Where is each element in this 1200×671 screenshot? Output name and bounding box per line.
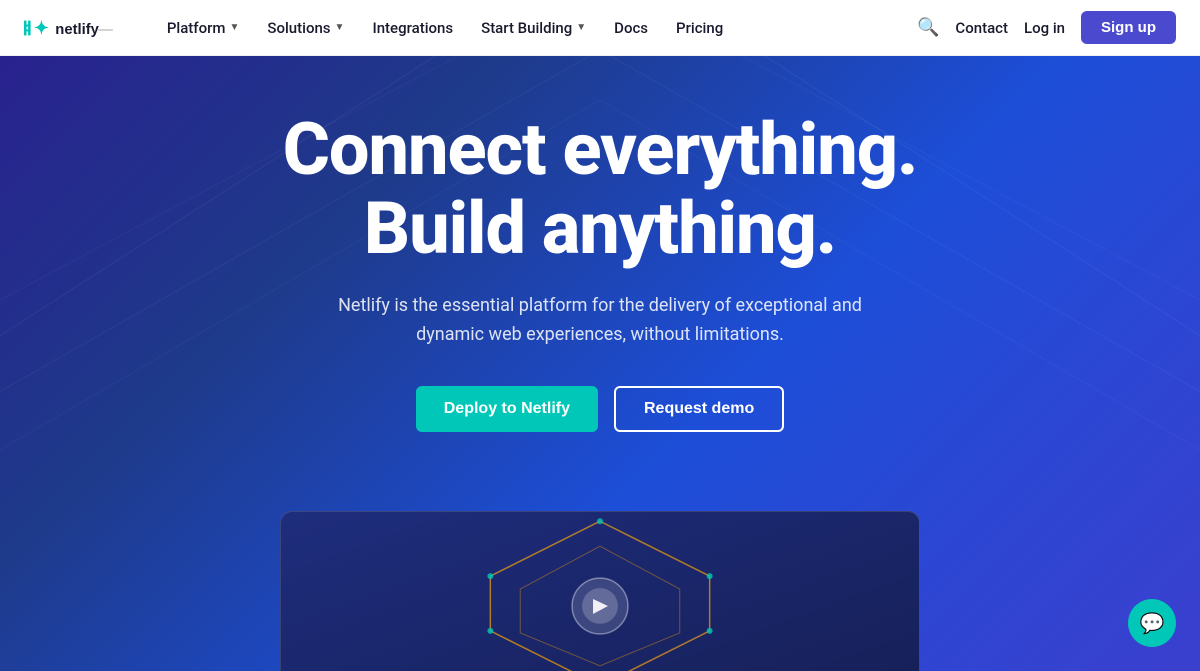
dashboard-preview xyxy=(280,511,920,671)
nav-contact[interactable]: Contact xyxy=(955,19,1008,37)
signup-button[interactable]: Sign up xyxy=(1081,11,1176,44)
start-building-chevron-icon: ▼ xyxy=(576,22,586,33)
hex-visualization xyxy=(281,512,919,671)
deploy-button[interactable]: Deploy to Netlify xyxy=(416,386,598,432)
logo-icon: ✦ xyxy=(24,17,49,38)
nav-platform[interactable]: Platform ▼ xyxy=(155,13,252,43)
hero-buttons: Deploy to Netlify Request demo xyxy=(416,386,784,432)
nav-docs[interactable]: Docs xyxy=(602,13,660,43)
nav-solutions[interactable]: Solutions ▼ xyxy=(255,13,356,43)
svg-text:—: — xyxy=(98,21,113,37)
svg-text:✦: ✦ xyxy=(34,17,49,38)
platform-chevron-icon: ▼ xyxy=(229,22,239,33)
chat-button[interactable]: 💬 xyxy=(1128,599,1176,647)
chat-icon: 💬 xyxy=(1140,611,1165,635)
logo[interactable]: ✦ netlify — xyxy=(24,14,123,42)
nav-pricing[interactable]: Pricing xyxy=(664,13,735,43)
nav-integrations[interactable]: Integrations xyxy=(360,13,465,43)
nav-right: 🔍 Contact Log in Sign up xyxy=(917,11,1176,44)
hero-subtitle: Netlify is the essential platform for th… xyxy=(320,292,880,350)
nav-login[interactable]: Log in xyxy=(1024,19,1065,37)
hero-title-line2: Build anything. xyxy=(364,186,836,271)
hero-title: Connect everything. Build anything. xyxy=(283,110,918,268)
nav-start-building[interactable]: Start Building ▼ xyxy=(469,13,598,43)
search-icon[interactable]: 🔍 xyxy=(917,17,939,38)
hero-content: Connect everything. Build anything. Netl… xyxy=(283,110,918,432)
hero-title-line1: Connect everything. xyxy=(283,107,918,192)
svg-text:netlify: netlify xyxy=(55,21,99,37)
nav-links: Platform ▼ Solutions ▼ Integrations Star… xyxy=(155,13,917,43)
request-demo-button[interactable]: Request demo xyxy=(614,386,784,432)
solutions-chevron-icon: ▼ xyxy=(335,22,345,33)
hero-section: Connect everything. Build anything. Netl… xyxy=(0,0,1200,671)
navbar: ✦ netlify — Platform ▼ Solutions ▼ Integ… xyxy=(0,0,1200,56)
